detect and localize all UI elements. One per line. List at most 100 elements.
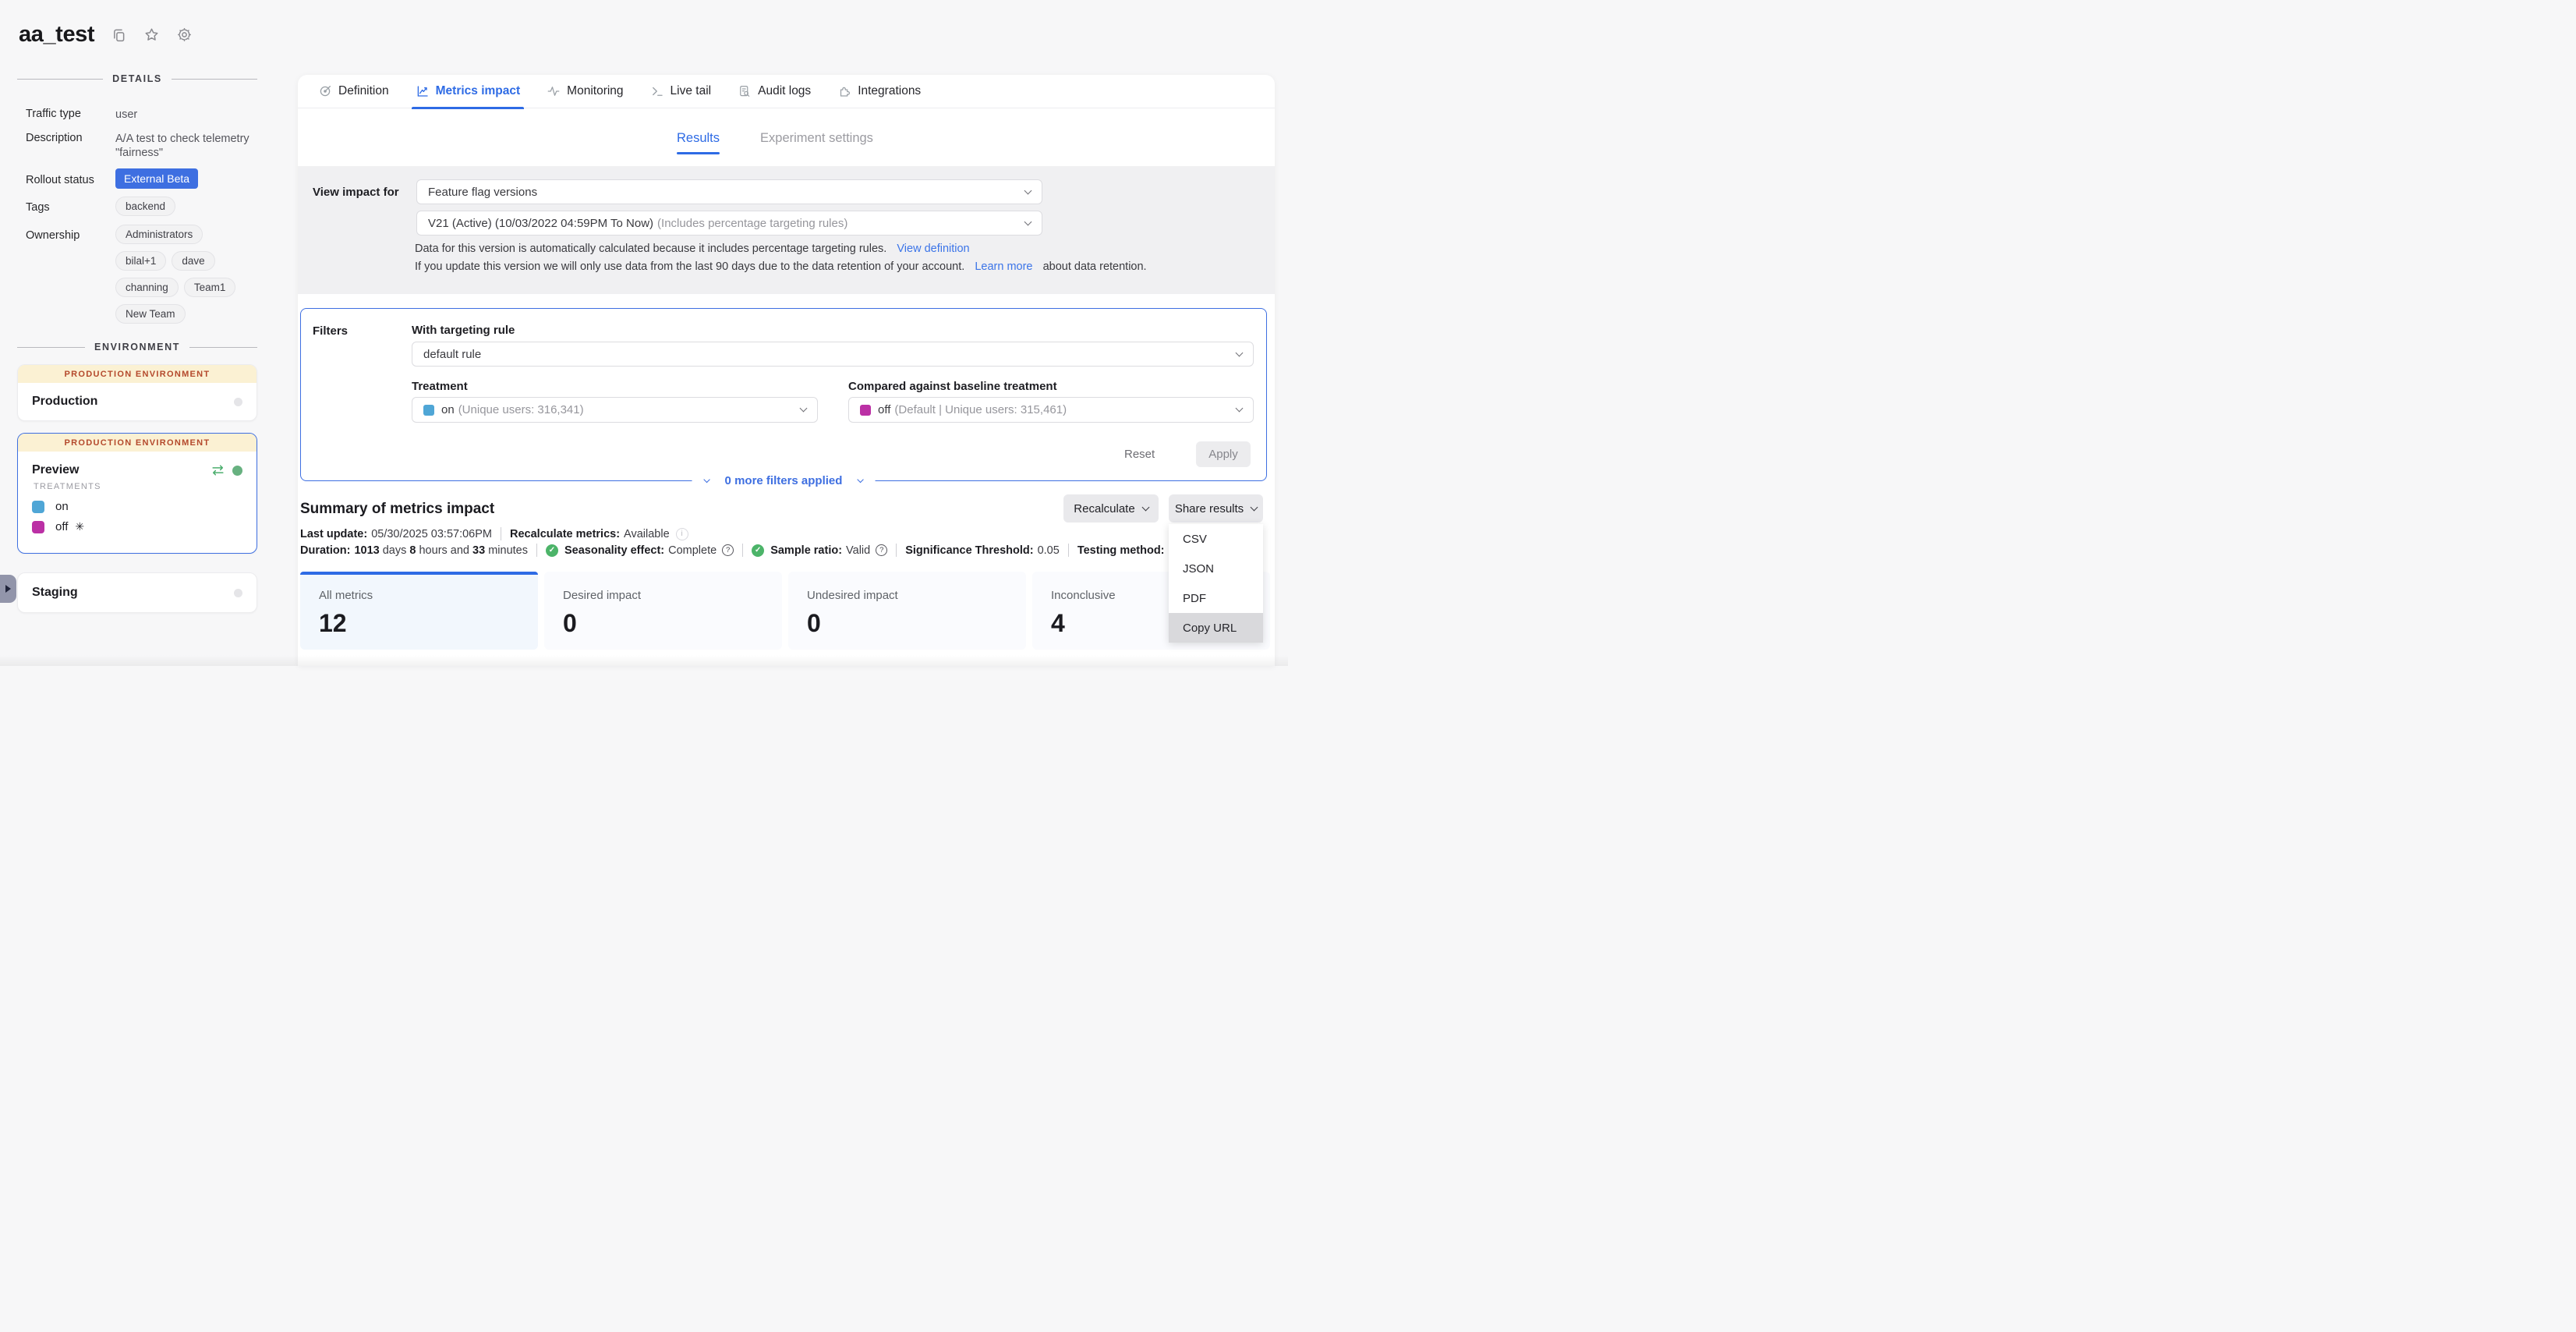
treatment-note: (Unique users: 316,341) <box>458 403 584 416</box>
treatment-off-swatch <box>32 521 44 533</box>
metric-card-value: 12 <box>319 609 538 638</box>
recalculate-metrics-label: Recalculate metrics: <box>510 528 620 540</box>
tab-label: Audit logs <box>758 84 811 98</box>
summary-title: Summary of metrics impact <box>300 501 494 518</box>
view-definition-link[interactable]: View definition <box>897 243 969 255</box>
main-panel: Definition Metrics impact Monitoring <box>298 75 1275 666</box>
menu-item-pdf[interactable]: PDF <box>1169 583 1263 613</box>
star-icon[interactable] <box>143 27 160 43</box>
learn-more-link[interactable]: Learn more <box>975 260 1032 273</box>
version-info-text: Data for this version is automatically c… <box>415 243 886 255</box>
metric-card-all-metrics[interactable]: All metrics 12 <box>300 572 538 650</box>
summary-info-row-1: Last update: 05/30/2025 03:57:06PM Recal… <box>300 527 688 540</box>
metric-card-value: 0 <box>807 609 1026 638</box>
terminal-icon <box>650 84 664 98</box>
seasonality-label: Seasonality effect: <box>564 544 664 557</box>
metric-card-desired-impact[interactable]: Desired impact 0 <box>544 572 782 650</box>
tags-row: Tags backend <box>26 197 274 223</box>
significance-label: Significance Threshold: <box>905 544 1033 557</box>
version-note: (Includes percentage targeting rules) <box>657 217 847 230</box>
targeting-rule-dropdown[interactable]: default rule <box>412 342 1254 367</box>
recalculate-button[interactable]: Recalculate <box>1063 494 1159 523</box>
duration-text: hours and <box>416 544 472 557</box>
metric-card-label: Undesired impact <box>807 589 1026 602</box>
tab-definition[interactable]: Definition <box>318 75 389 108</box>
traffic-type-row: Traffic type user <box>26 106 274 122</box>
duration-text: days <box>380 544 410 557</box>
pulse-icon <box>547 84 561 98</box>
treatment-on-swatch <box>423 405 434 416</box>
tab-integrations[interactable]: Integrations <box>837 75 921 108</box>
last-update-label: Last update: <box>300 528 367 540</box>
summary-info-row-2: Duration: 1013 days 8 hours and 33 minut… <box>300 544 1188 557</box>
chevron-down-icon <box>1251 504 1258 512</box>
subtab-experiment-settings[interactable]: Experiment settings <box>760 131 873 146</box>
tab-bar: Definition Metrics impact Monitoring <box>298 75 1275 108</box>
tab-label: Monitoring <box>567 84 623 98</box>
tab-label: Integrations <box>858 84 921 98</box>
share-results-button[interactable]: Share results <box>1169 494 1263 523</box>
treatment-value: on <box>441 403 455 416</box>
metric-card-undesired-impact[interactable]: Undesired impact 0 <box>788 572 1026 650</box>
tab-label: Metrics impact <box>436 84 521 98</box>
question-icon[interactable]: ? <box>876 544 887 556</box>
filters-title: Filters <box>313 324 348 338</box>
chevron-down-icon <box>1236 405 1244 413</box>
question-icon[interactable]: ? <box>722 544 734 556</box>
sidebar-collapse-handle[interactable] <box>0 575 16 603</box>
page-title: aa_test <box>19 22 94 48</box>
environment-status-dot <box>234 589 242 597</box>
environment-card-preview[interactable]: PRODUCTION ENVIRONMENT Preview TREATMENT… <box>17 433 257 554</box>
page-header: aa_test <box>19 22 193 48</box>
baseline-dropdown[interactable]: off (Default | Unique users: 315,461) <box>848 397 1254 423</box>
rollout-status-badge: External Beta <box>115 168 198 189</box>
environment-name: Staging <box>32 586 234 600</box>
chevron-down-icon <box>1024 186 1032 194</box>
more-filters-toggle[interactable]: 0 more filters applied <box>692 471 876 490</box>
sample-ratio-label: Sample ratio: <box>770 544 842 557</box>
document-search-icon <box>738 84 752 98</box>
chevron-down-icon <box>1024 218 1032 225</box>
treatments-heading: TREATMENTS <box>34 482 242 491</box>
chevron-down-icon <box>1236 349 1244 356</box>
retention-info-suffix: about data retention. <box>1043 260 1147 273</box>
menu-item-copy-url[interactable]: Copy URL <box>1169 613 1263 643</box>
copy-icon[interactable] <box>111 27 127 43</box>
tab-live-tail[interactable]: Live tail <box>650 75 712 108</box>
version-info-line: Data for this version is automatically c… <box>415 243 970 255</box>
environment-card-production[interactable]: PRODUCTION ENVIRONMENT Production <box>17 364 257 421</box>
recalculate-metrics-value: Available <box>624 528 670 540</box>
menu-item-csv[interactable]: CSV <box>1169 524 1263 554</box>
treatment-on-label: on <box>55 500 69 513</box>
tab-label: Live tail <box>671 84 712 98</box>
treatment-label: Treatment <box>412 380 468 393</box>
impact-scope-dropdown[interactable]: Feature flag versions <box>416 179 1042 204</box>
apply-button[interactable]: Apply <box>1196 441 1251 467</box>
triangle-right-icon <box>5 585 11 593</box>
subtab-results[interactable]: Results <box>677 131 720 146</box>
impact-scope-value: Feature flag versions <box>428 186 537 199</box>
description-label: Description <box>26 130 115 160</box>
reset-button[interactable]: Reset <box>1124 448 1155 461</box>
environment-card-staging[interactable]: Staging <box>17 572 257 613</box>
version-dropdown[interactable]: V21 (Active) (10/03/2022 04:59PM To Now)… <box>416 211 1042 236</box>
menu-item-json[interactable]: JSON <box>1169 554 1263 583</box>
significance-value: 0.05 <box>1038 544 1060 557</box>
owner-pill: Administrators <box>115 225 203 244</box>
traffic-type-value: user <box>115 106 259 122</box>
last-update-value: 05/30/2025 03:57:06PM <box>371 528 492 540</box>
tab-audit-logs[interactable]: Audit logs <box>738 75 811 108</box>
seasonality-value: Complete <box>668 544 717 557</box>
description-row: Description A/A test to check telemetry … <box>26 130 274 160</box>
tags-label: Tags <box>26 197 115 223</box>
targeting-rule-value: default rule <box>423 348 481 361</box>
retention-info-text: If you update this version we will only … <box>415 260 964 273</box>
production-environment-banner: PRODUCTION ENVIRONMENT <box>18 434 257 452</box>
gear-icon[interactable] <box>176 27 193 43</box>
baseline-label: Compared against baseline treatment <box>848 380 1057 393</box>
tab-metrics-impact[interactable]: Metrics impact <box>416 75 521 108</box>
chart-line-icon <box>416 84 430 98</box>
treatment-dropdown[interactable]: on (Unique users: 316,341) <box>412 397 818 423</box>
info-icon[interactable]: i <box>676 528 688 540</box>
tab-monitoring[interactable]: Monitoring <box>547 75 623 108</box>
